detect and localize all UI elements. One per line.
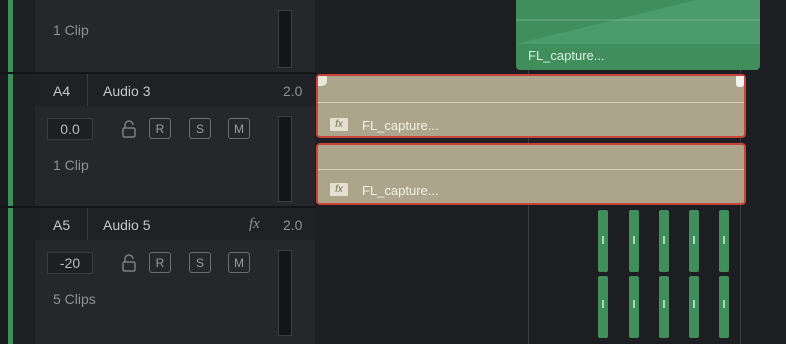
record-arm-button[interactable]: R [149, 118, 171, 139]
clip-name: FL_capture... [362, 183, 439, 198]
clip-name: FL_capture... [528, 48, 605, 63]
track-header-a4[interactable]: A4 Audio 3 2.0 0.0 R S M 1 Clip [35, 74, 315, 206]
volume-field[interactable]: 0.0 [47, 118, 93, 140]
fx-indicator: fx [249, 216, 260, 232]
audio-meter [278, 116, 292, 202]
audio-clip-selected[interactable]: fx FL_capture... [316, 74, 746, 138]
track-id: A4 [53, 83, 71, 99]
lock-icon[interactable] [121, 254, 137, 272]
record-arm-button[interactable]: R [149, 252, 171, 273]
channel-format: 2.0 [283, 83, 303, 99]
track-header-previous[interactable]: 1 Clip [35, 0, 315, 72]
fx-icon: fx [330, 183, 348, 196]
track-name[interactable]: Audio 5 [103, 218, 150, 232]
video-clip[interactable]: FL_capture... [516, 0, 760, 70]
clip-start-handle[interactable] [318, 76, 327, 86]
channel-format: 2.0 [283, 217, 303, 233]
volume-field[interactable]: -20 [47, 252, 93, 274]
solo-button[interactable]: S [189, 118, 211, 139]
audio-meter [278, 10, 292, 68]
track-header-a5[interactable]: A5 Audio 5 fx 2.0 -20 R S M 5 Clips [35, 208, 315, 344]
track-name[interactable]: Audio 3 [103, 84, 150, 98]
fx-icon: fx [330, 118, 348, 131]
clip-count: 1 Clip [53, 22, 89, 38]
mute-button[interactable]: M [228, 252, 250, 273]
audio-clip-selected[interactable]: fx FL_capture... [316, 143, 746, 205]
lock-icon[interactable] [121, 120, 137, 138]
track-id: A5 [53, 217, 71, 233]
audio-meter [278, 250, 292, 336]
track-color-strip [8, 0, 13, 344]
clip-count: 5 Clips [53, 291, 96, 307]
clip-end-handle[interactable] [736, 76, 744, 87]
clip-name: FL_capture... [362, 118, 439, 133]
mute-button[interactable]: M [228, 118, 250, 139]
solo-button[interactable]: S [189, 252, 211, 273]
clip-count: 1 Clip [53, 157, 89, 173]
